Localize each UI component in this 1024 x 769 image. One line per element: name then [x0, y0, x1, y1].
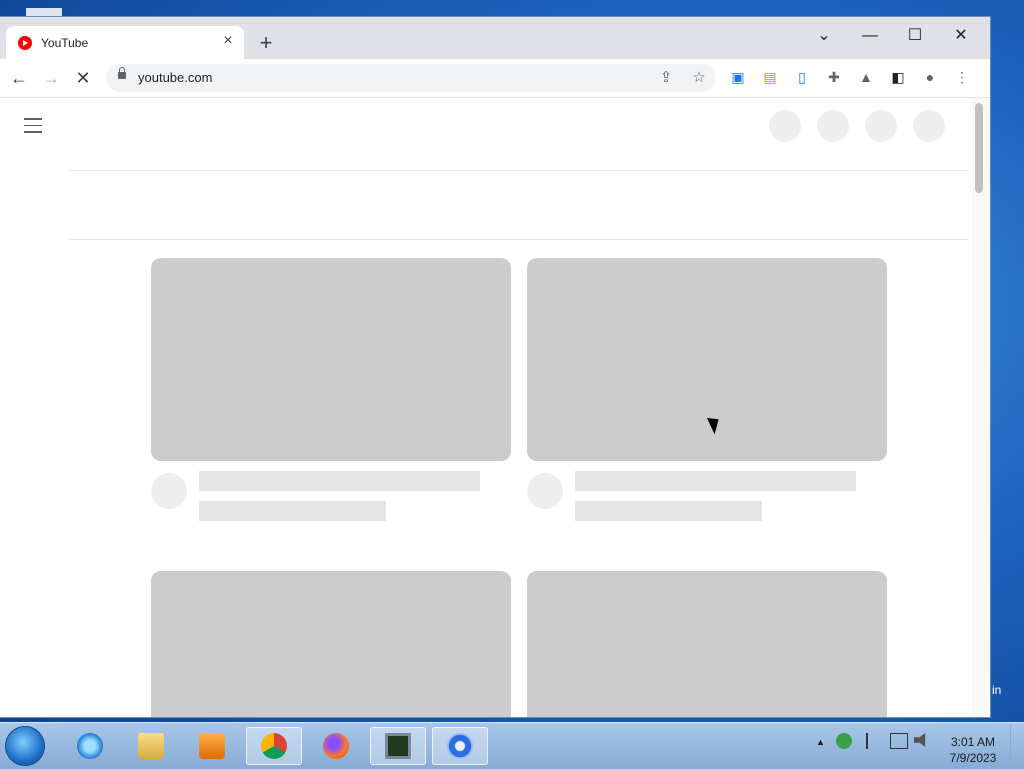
header-divider	[68, 170, 968, 171]
forward-button[interactable]: →	[38, 65, 64, 91]
maximize-button[interactable]: ☐	[892, 22, 938, 50]
reader-icon[interactable]: ▤	[761, 68, 779, 86]
taskbar-task-manager[interactable]	[370, 727, 426, 765]
show-desktop-button[interactable]	[1010, 725, 1024, 767]
chrome-window: YouTube × + ⌄ — ☐ ✕ ← → ✕ youtube.com ⇪ …	[0, 17, 990, 717]
puzzle-icon[interactable]: ✚	[825, 68, 843, 86]
clock-time: 3:01 AM	[950, 735, 996, 749]
video-thumbnail-placeholder[interactable]	[151, 571, 511, 717]
profile-icon[interactable]: ●	[921, 68, 939, 86]
title-placeholder	[199, 471, 480, 491]
channel-avatar-placeholder	[151, 473, 187, 509]
meta-placeholder	[199, 501, 386, 521]
address-bar[interactable]: youtube.com ⇪ ☆	[106, 64, 716, 92]
menu-kebab-icon[interactable]: ⋮	[953, 68, 971, 86]
folder-icon	[138, 733, 164, 759]
tray-expand-icon[interactable]: ▲	[816, 737, 825, 747]
firefox-icon	[323, 733, 349, 759]
share-icon[interactable]: ⇪	[656, 68, 676, 88]
windows-taskbar: ▲ 3:01 AM 7/9/2023	[0, 722, 1024, 769]
labs-flask-icon[interactable]: ▲	[857, 68, 875, 86]
taskbar-media-player[interactable]	[184, 727, 240, 765]
video-thumbnail-placeholder[interactable]	[151, 258, 511, 461]
screen-recorder-icon[interactable]: ▣	[729, 68, 747, 86]
taskbar-internet-explorer[interactable]	[62, 727, 118, 765]
taskbar-file-explorer[interactable]	[123, 727, 179, 765]
clock-date: 7/9/2023	[949, 751, 997, 765]
title-placeholder	[575, 471, 856, 491]
volume-muted-icon[interactable]	[914, 733, 926, 747]
hamburger-menu-icon[interactable]	[24, 118, 42, 133]
internet-explorer-icon	[77, 733, 103, 759]
close-window-button[interactable]: ✕	[938, 22, 984, 50]
start-button[interactable]	[6, 727, 44, 765]
scrollbar-thumb[interactable]	[975, 103, 983, 193]
tab-title: YouTube	[41, 36, 89, 50]
back-button[interactable]: ←	[6, 65, 32, 91]
monitor-app-icon	[385, 733, 411, 759]
desktop-label-fragment: in	[992, 683, 1002, 697]
video-thumbnail-placeholder[interactable]	[527, 258, 887, 461]
action-center-flag-icon[interactable]	[866, 733, 882, 749]
network-status-icon[interactable]	[890, 733, 908, 749]
network-tray-icon[interactable]	[836, 733, 852, 749]
url-text[interactable]: youtube.com	[138, 70, 212, 85]
taskbar-chromium[interactable]	[432, 727, 488, 765]
tab-strip: YouTube × + ⌄ — ☐ ✕	[0, 17, 990, 59]
minimize-button[interactable]: —	[847, 22, 893, 50]
meta-placeholder	[575, 501, 762, 521]
chrome-icon	[261, 733, 287, 759]
header-placeholder-circle	[769, 110, 801, 142]
side-panel-icon[interactable]: ◧	[889, 68, 907, 86]
taskbar-chrome[interactable]	[246, 727, 302, 765]
video-thumbnail-placeholder[interactable]	[527, 571, 887, 717]
header-placeholder-circle	[865, 110, 897, 142]
new-tab-button[interactable]: +	[252, 31, 280, 59]
youtube-page	[0, 98, 990, 717]
channel-avatar-placeholder	[527, 473, 563, 509]
media-player-icon	[199, 733, 225, 759]
tab-youtube[interactable]: YouTube ×	[6, 26, 244, 59]
stop-loading-button[interactable]: ✕	[70, 65, 96, 91]
tab-search-button[interactable]: ⌄	[801, 22, 847, 50]
page-scrollbar[interactable]	[972, 98, 990, 717]
tab-close-button[interactable]: ×	[219, 32, 237, 50]
taskbar-firefox[interactable]	[308, 727, 364, 765]
clipboard-icon[interactable]: ▯	[793, 68, 811, 86]
bookmark-star-icon[interactable]: ☆	[689, 68, 709, 88]
youtube-favicon-icon	[18, 36, 32, 50]
browser-toolbar: ← → ✕ youtube.com ⇪ ☆ ▣ ▤ ▯ ✚ ▲ ◧ ● ⋮	[0, 59, 990, 98]
lock-icon[interactable]	[118, 67, 126, 79]
header-placeholder-circle	[913, 110, 945, 142]
header-placeholder-circle	[817, 110, 849, 142]
chips-divider	[68, 239, 968, 240]
taskbar-clock[interactable]: 3:01 AM 7/9/2023	[944, 734, 1002, 766]
chromium-icon	[447, 733, 473, 759]
